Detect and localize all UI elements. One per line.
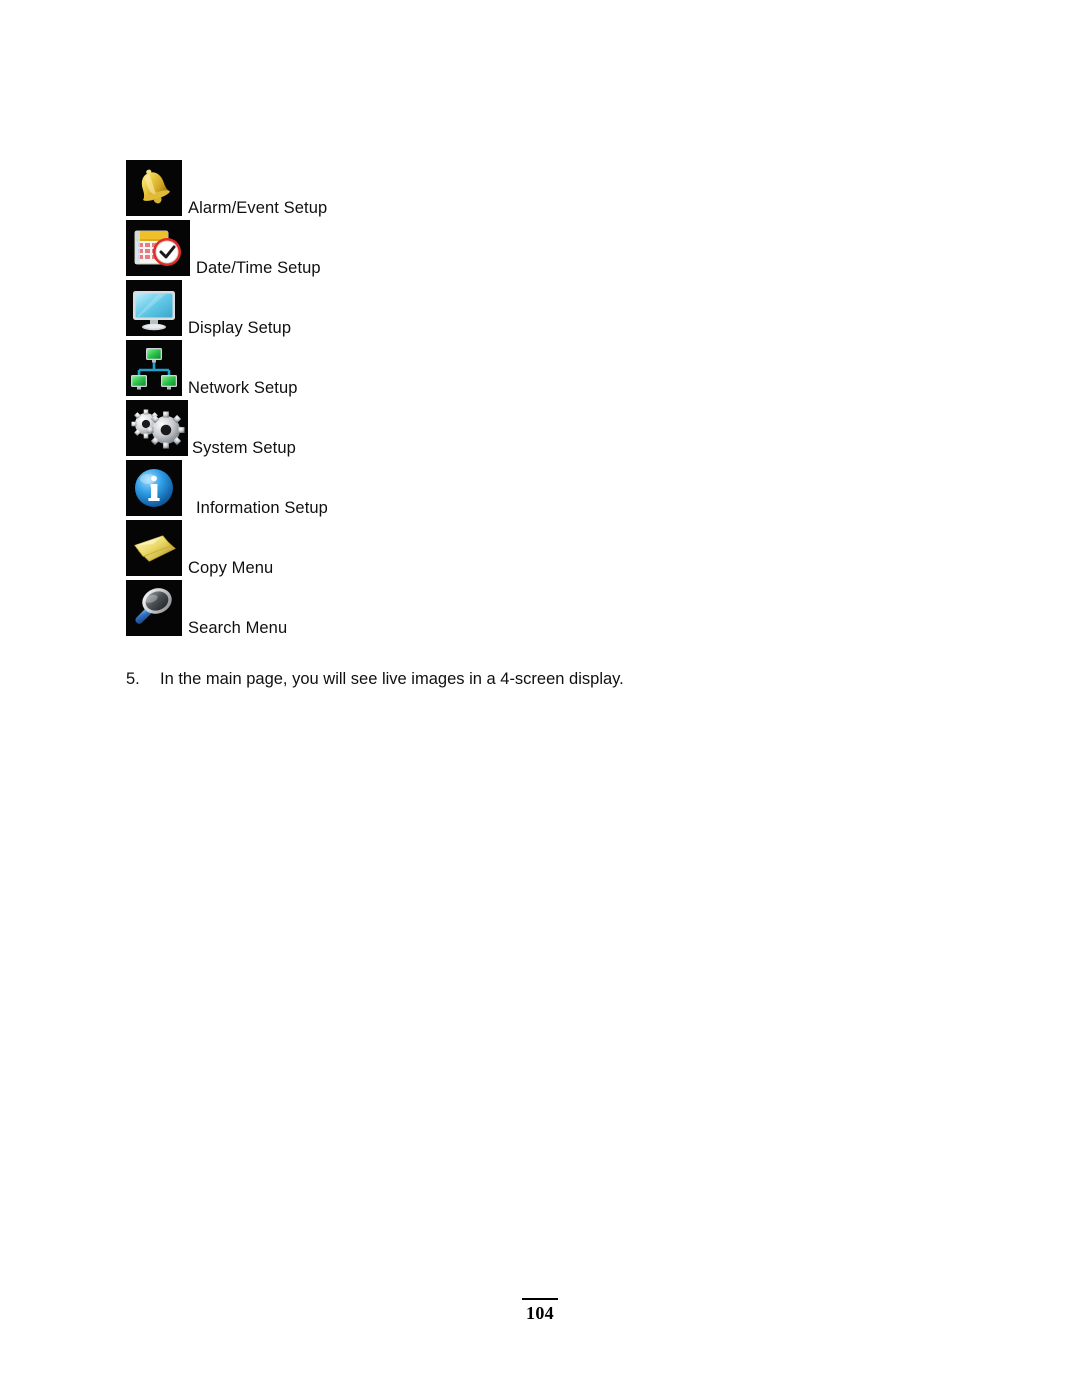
step-number: 5. [126, 670, 140, 688]
menu-row-search-menu[interactable]: Search Menu [126, 580, 826, 640]
step-text: In the main page, you will see live imag… [160, 670, 624, 688]
footer-rule [522, 1298, 558, 1300]
calendar-clock-icon [126, 220, 190, 276]
copy-pages-icon [126, 520, 182, 576]
menu-row-system-setup[interactable]: System Setup [126, 400, 826, 460]
menu-row-network-setup[interactable]: Network Setup [126, 340, 826, 400]
manual-page: Alarm/Event Setup Date/Time Setup Displa… [0, 0, 1080, 1397]
page-number: 104 [526, 1303, 554, 1323]
bell-icon [126, 160, 182, 216]
menu-row-information-setup[interactable]: Information Setup [126, 460, 826, 520]
menu-label-date-time-setup: Date/Time Setup [196, 259, 321, 277]
menu-row-copy-menu[interactable]: Copy Menu [126, 520, 826, 580]
menu-label-alarm-event-setup: Alarm/Event Setup [188, 199, 328, 217]
menu-label-network-setup: Network Setup [188, 379, 298, 397]
information-icon [126, 460, 182, 516]
menu-row-date-time-setup[interactable]: Date/Time Setup [126, 220, 826, 280]
monitor-icon [126, 280, 182, 336]
magnifier-icon [126, 580, 182, 636]
menu-row-display-setup[interactable]: Display Setup [126, 280, 826, 340]
setup-menu-icon-list: Alarm/Event Setup Date/Time Setup Displa… [126, 160, 826, 640]
page-footer: 104 [0, 1298, 1080, 1324]
menu-label-information-setup: Information Setup [196, 499, 328, 517]
gears-icon [126, 400, 188, 456]
menu-label-system-setup: System Setup [192, 439, 296, 457]
menu-label-search-menu: Search Menu [188, 619, 288, 637]
menu-label-display-setup: Display Setup [188, 319, 292, 337]
menu-label-copy-menu: Copy Menu [188, 559, 274, 577]
step-item-5: 5. In the main page, you will see live im… [126, 668, 946, 690]
network-icon [126, 340, 182, 396]
menu-row-alarm-event-setup[interactable]: Alarm/Event Setup [126, 160, 826, 220]
